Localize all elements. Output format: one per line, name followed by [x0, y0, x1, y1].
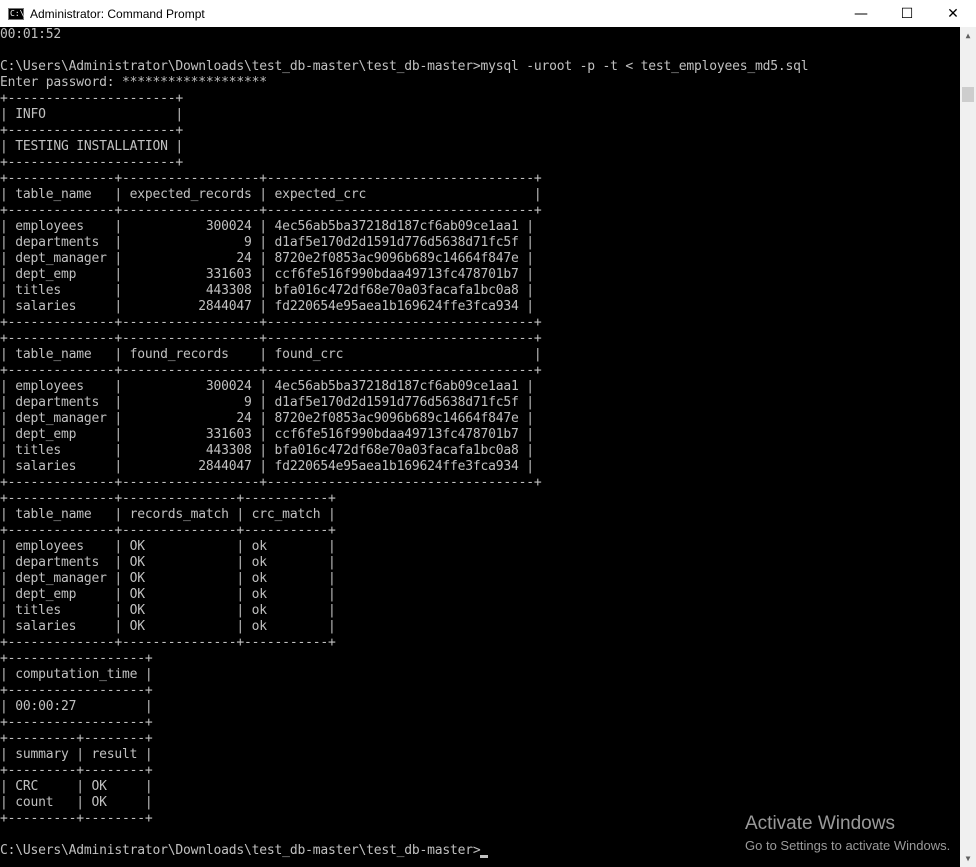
console-line: +--------------+------------------+-----…	[0, 171, 542, 186]
console-line: 00:01:52	[0, 27, 62, 42]
console-line: | dept_emp | OK | ok |	[0, 587, 336, 602]
console-line: +---------+--------+	[0, 731, 153, 746]
console-line: | TESTING INSTALLATION |	[0, 139, 184, 154]
console-line: | table_name | records_match | crc_match…	[0, 507, 336, 522]
console-line: +--------------+---------------+--------…	[0, 491, 336, 506]
console-line: +--------------+------------------+-----…	[0, 315, 542, 330]
console-line: +--------------+------------------+-----…	[0, 475, 542, 490]
console-line: | dept_emp | 331603 | ccf6fe516f990bdaa4…	[0, 267, 534, 282]
console-line: +----------------------+	[0, 123, 184, 138]
console-line: | summary | result |	[0, 747, 153, 762]
close-icon: ✕	[947, 5, 959, 22]
console-line: | CRC | OK |	[0, 779, 153, 794]
watermark-title: Activate Windows	[745, 813, 895, 834]
title-bar[interactable]: C:\ Administrator: Command Prompt — ☐ ✕	[0, 0, 976, 27]
console-line: | salaries | 2844047 | fd220654e95aea1b1…	[0, 459, 534, 474]
scroll-down-icon[interactable]: ▼	[960, 850, 976, 867]
console-line: | titles | 443308 | bfa016c472df68e70a03…	[0, 443, 534, 458]
watermark-subtitle: Go to Settings to activate Windows.	[745, 838, 951, 853]
console-line: | salaries | 2844047 | fd220654e95aea1b1…	[0, 299, 534, 314]
minimize-icon: —	[854, 5, 868, 22]
console-line: | computation_time |	[0, 667, 153, 682]
command-prompt-icon: C:\	[8, 7, 25, 20]
console-line: | INFO |	[0, 107, 184, 122]
maximize-icon: ☐	[900, 5, 914, 22]
text-cursor	[480, 855, 489, 858]
console-line: | employees | OK | ok |	[0, 539, 336, 554]
console-line: | titles | OK | ok |	[0, 603, 336, 618]
vertical-scrollbar[interactable]: ▲ ▼	[960, 27, 976, 867]
console-line: | dept_manager | 24 | 8720e2f0853ac9096b…	[0, 411, 534, 426]
console-line: +--------------+---------------+--------…	[0, 635, 336, 650]
maximize-button[interactable]: ☐	[884, 0, 930, 27]
console-line: | table_name | found_records | found_crc…	[0, 347, 542, 362]
console-line: | count | OK |	[0, 795, 153, 810]
console-line: Enter password: *******************	[0, 75, 267, 90]
console-line: +----------------------+	[0, 155, 184, 170]
console-line: +--------------+------------------+-----…	[0, 331, 542, 346]
activate-windows-watermark: Activate Windows Go to Settings to activ…	[745, 812, 950, 855]
console-line: +---------+--------+	[0, 763, 153, 778]
window-title: Administrator: Command Prompt	[30, 6, 205, 21]
console-line: | departments | 9 | d1af5e170d2d1591d776…	[0, 235, 534, 250]
close-button[interactable]: ✕	[930, 0, 976, 27]
console-line: +------------------+	[0, 715, 153, 730]
console-line: | dept_manager | 24 | 8720e2f0853ac9096b…	[0, 251, 534, 266]
console-line: | salaries | OK | ok |	[0, 619, 336, 634]
console-line: +--------------+------------------+-----…	[0, 203, 542, 218]
scroll-up-icon[interactable]: ▲	[960, 27, 976, 44]
console-line: C:\Users\Administrator\Downloads\test_db…	[0, 59, 809, 74]
console-line: +------------------+	[0, 683, 153, 698]
console-line: +----------------------+	[0, 91, 184, 106]
console-line: | employees | 300024 | 4ec56ab5ba37218d1…	[0, 379, 534, 394]
console-line: | departments | 9 | d1af5e170d2d1591d776…	[0, 395, 534, 410]
minimize-button[interactable]: —	[838, 0, 884, 27]
console-output[interactable]: 00:01:52 C:\Users\Administrator\Downloads…	[0, 27, 960, 867]
console-line: +--------------+------------------+-----…	[0, 363, 542, 378]
console-line: | table_name | expected_records | expect…	[0, 187, 542, 202]
scroll-thumb[interactable]	[962, 87, 974, 102]
console-line: | titles | 443308 | bfa016c472df68e70a03…	[0, 283, 534, 298]
console-line: | employees | 300024 | 4ec56ab5ba37218d1…	[0, 219, 534, 234]
console-line: +--------------+---------------+--------…	[0, 523, 336, 538]
console-line: +------------------+	[0, 651, 153, 666]
console-line: | departments | OK | ok |	[0, 555, 336, 570]
console-line: | dept_manager | OK | ok |	[0, 571, 336, 586]
console-line: | dept_emp | 331603 | ccf6fe516f990bdaa4…	[0, 427, 534, 442]
console-line: | 00:00:27 |	[0, 699, 153, 714]
